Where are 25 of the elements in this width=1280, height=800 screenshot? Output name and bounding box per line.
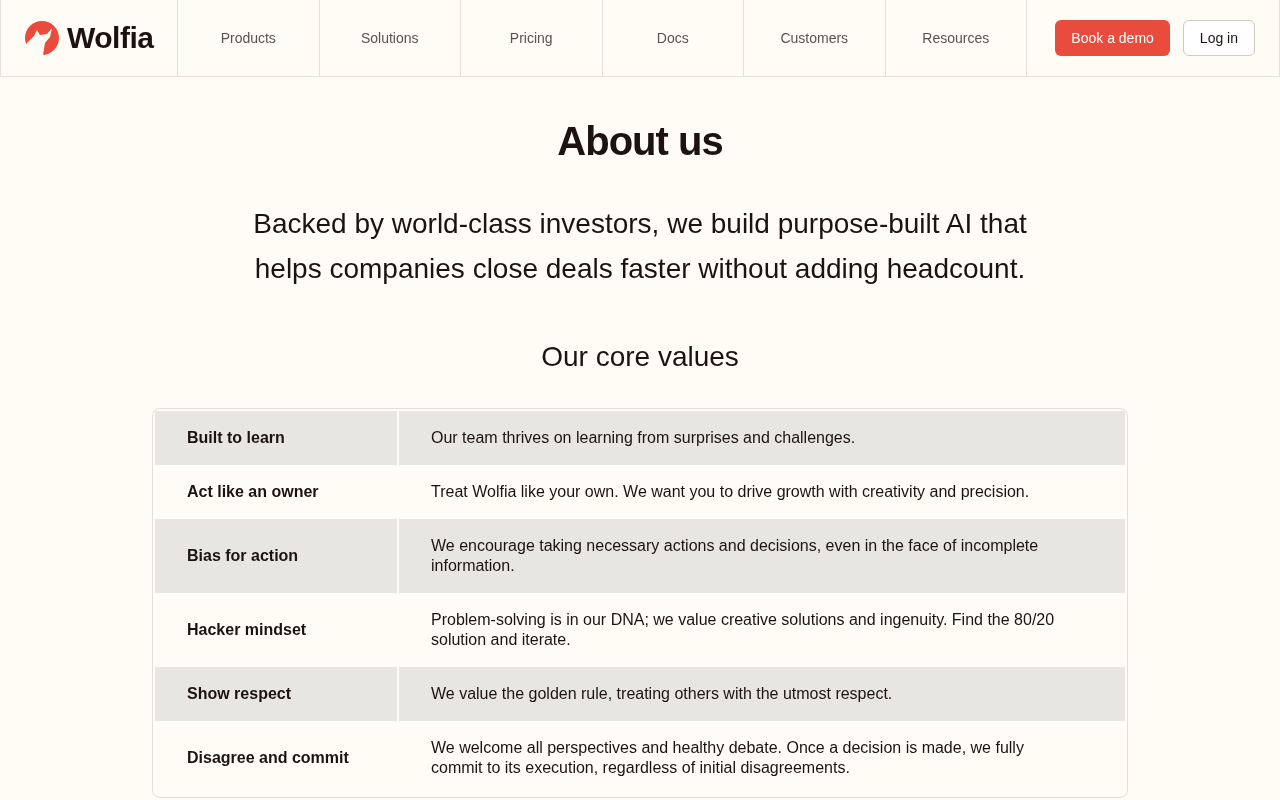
value-description-cell: Our team thrives on learning from surprises and challenges. xyxy=(399,411,1125,465)
value-name-cell: Built to learn xyxy=(155,411,397,465)
page-title: About us xyxy=(557,118,723,165)
nav-link[interactable]: Pricing xyxy=(461,0,603,76)
logo-icon[interactable] xyxy=(25,21,59,55)
value-name-cell-text: Act like an owner xyxy=(186,482,320,502)
value-description-cell-text: Problem-solving is in our DNA; we value creative solutions and ingenuity. Find the 80/20 solution and iterate. xyxy=(430,610,1056,650)
value-name-cell: Bias for action xyxy=(155,519,397,593)
brand-name: Wolfia xyxy=(67,23,154,53)
nav-link[interactable]: Customers xyxy=(744,0,886,76)
book-demo-button[interactable]: Book a demo xyxy=(1055,20,1170,56)
nav-link[interactable]: Resources xyxy=(885,0,1027,76)
nav-link[interactable]: Docs xyxy=(602,0,744,76)
nav-link[interactable]: Products xyxy=(178,0,320,76)
value-name-cell: Show respect xyxy=(155,667,397,721)
login-button[interactable]: Log in xyxy=(1182,20,1255,56)
section-heading: Our core values xyxy=(541,340,739,374)
value-name-cell-text: Hacker mindset xyxy=(186,620,308,640)
value-description-cell: We value the golden rule, treating others with the utmost respect. xyxy=(399,667,1125,721)
value-description-cell-text: We welcome all perspectives and healthy debate. Once a decision is made, we fully commit to its execution, regardless of initial disagreements. xyxy=(430,738,1025,778)
value-description-cell: We encourage taking necessary actions and decisions, even in the face of incomplete information. xyxy=(399,519,1125,593)
value-name-cell-text: Disagree and commit xyxy=(186,748,350,768)
value-description-cell-text: Treat Wolfia like your own. We want you to drive growth with creativity and precision. xyxy=(430,482,1031,502)
nav-link[interactable]: Solutions xyxy=(319,0,461,76)
intro-paragraph: Backed by world-class investors, we build purpose-built AI that helps companies close deals faster without adding headcount. xyxy=(252,207,1028,286)
